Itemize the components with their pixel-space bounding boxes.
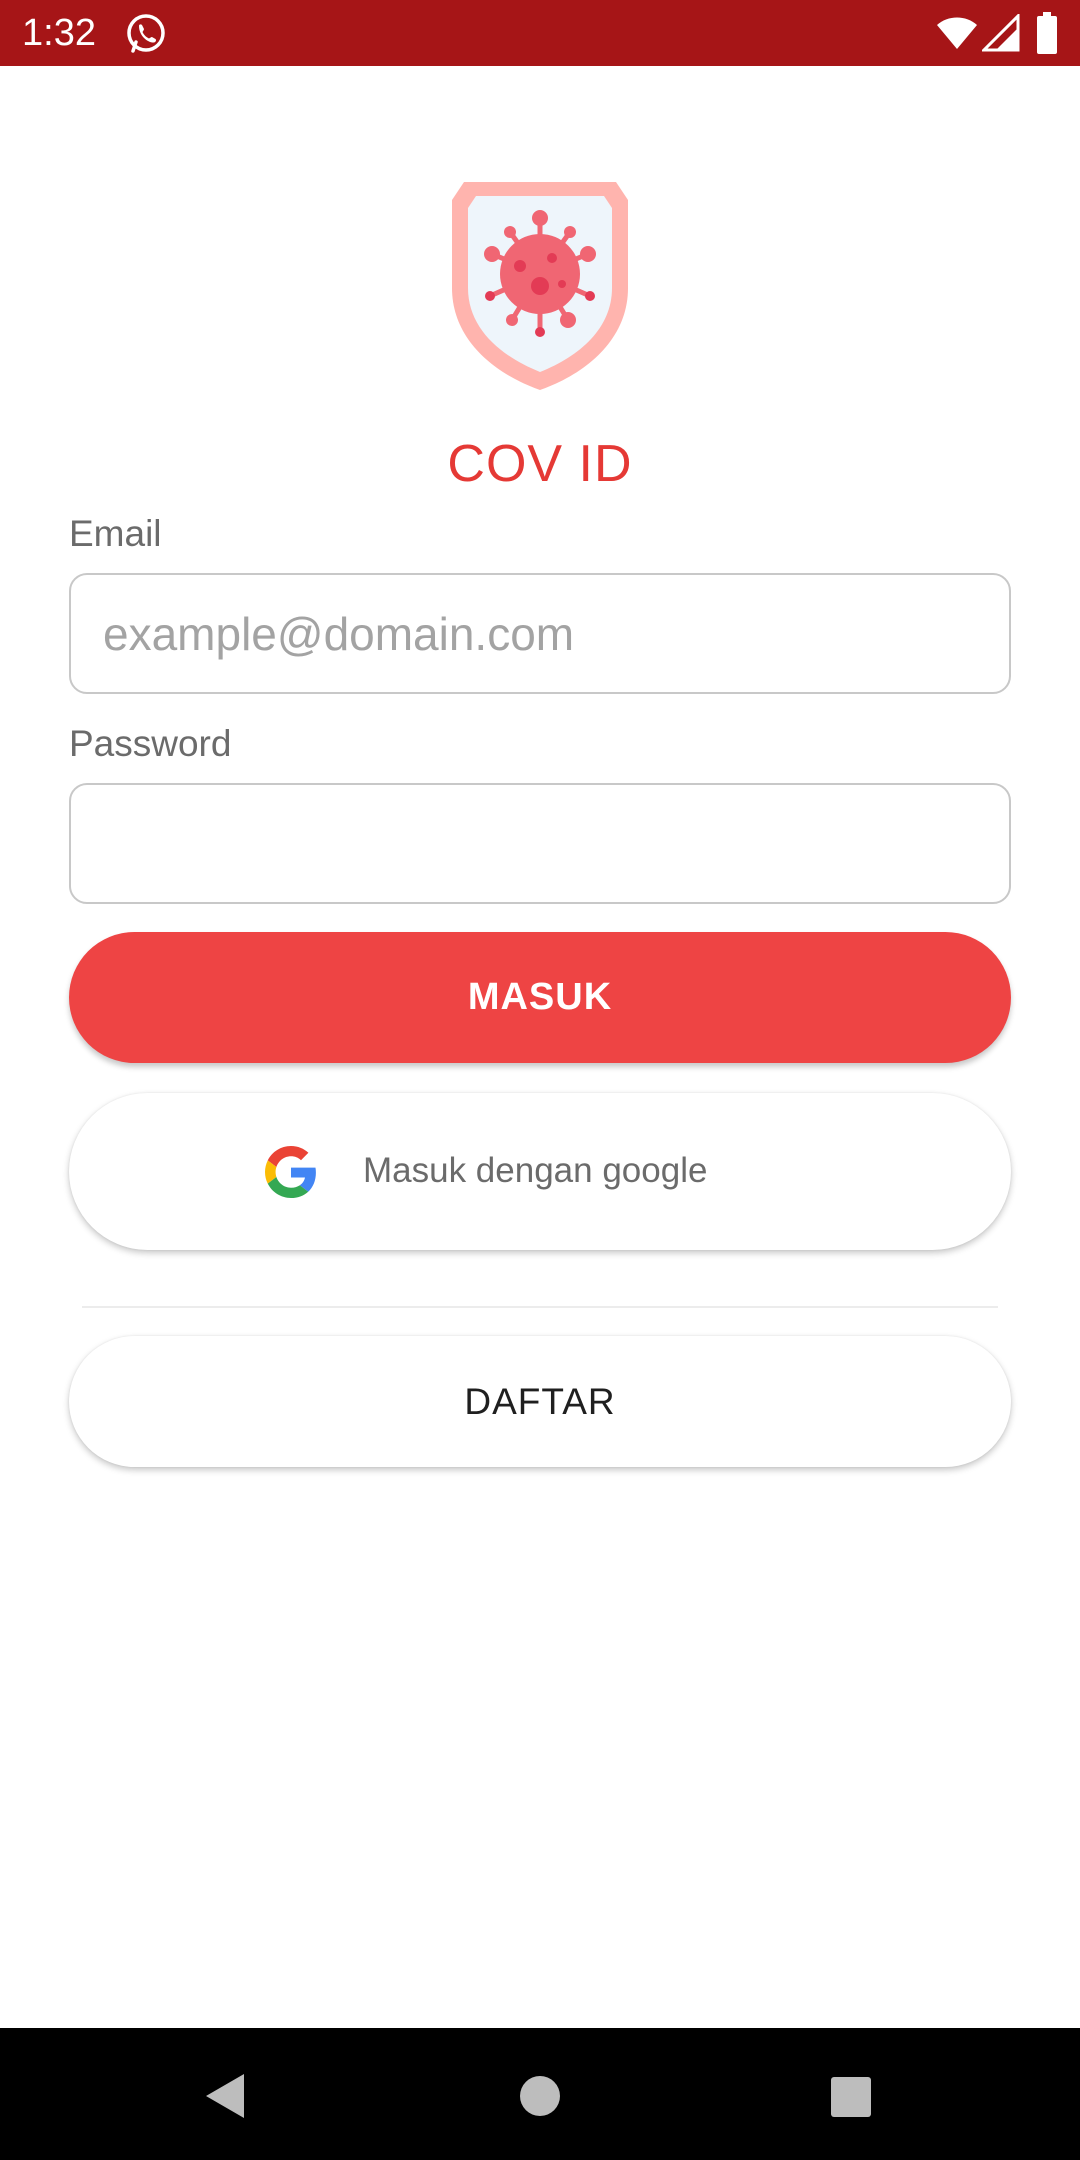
status-time: 1:32 — [22, 12, 96, 54]
login-button-label: MASUK — [467, 976, 613, 1018]
register-button[interactable]: DAFTAR — [69, 1336, 1011, 1467]
google-icon — [265, 1146, 316, 1198]
google-button-label: Masuk dengan google — [363, 1151, 708, 1190]
password-label: Password — [69, 723, 232, 764]
back-icon[interactable] — [204, 2072, 246, 2120]
signal-icon — [982, 14, 1020, 52]
status-bar: 1:32 — [0, 0, 1080, 66]
home-icon[interactable] — [519, 2075, 561, 2117]
battery-icon — [1037, 12, 1057, 54]
email-label: Email — [69, 513, 162, 554]
register-button-label: DAFTAR — [464, 1380, 616, 1422]
whatsapp-icon — [127, 14, 165, 53]
divider — [82, 1306, 998, 1308]
shield-virus-logo — [452, 182, 628, 390]
login-button[interactable]: MASUK — [69, 932, 1011, 1063]
password-field[interactable] — [69, 783, 1011, 904]
email-field[interactable] — [69, 573, 1011, 694]
navigation-bar — [0, 2028, 1080, 2160]
google-sign-in-button[interactable]: Masuk dengan google — [69, 1093, 1011, 1250]
app-title: COV ID — [447, 435, 633, 493]
recents-icon[interactable] — [830, 2076, 872, 2118]
wifi-icon — [937, 17, 977, 49]
